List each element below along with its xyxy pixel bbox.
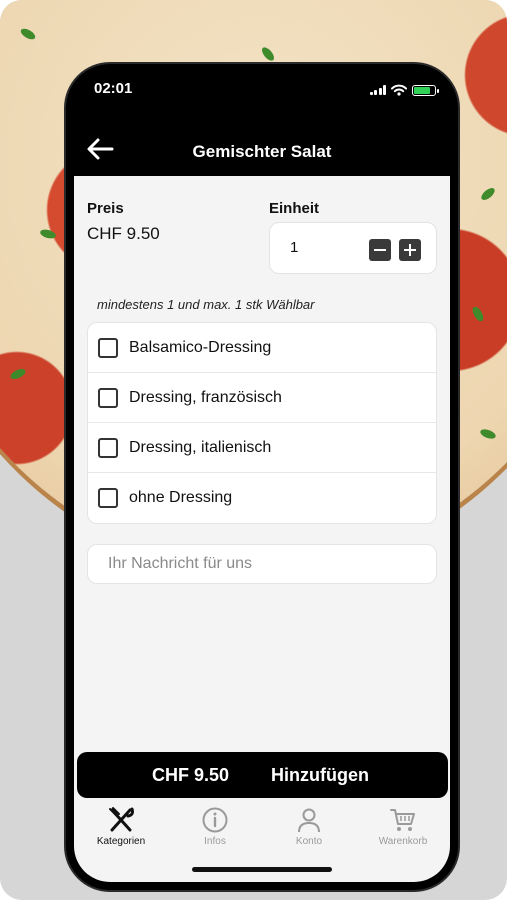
tab-label: Warenkorb (378, 836, 428, 847)
battery-icon (412, 84, 439, 96)
tab-label: Infos (204, 836, 226, 847)
selection-hint: mindestens 1 und max. 1 stk Wählbar (97, 297, 315, 312)
checkbox[interactable] (98, 488, 118, 508)
decrease-button[interactable] (369, 239, 391, 261)
product-detail: Preis CHF 9.50 Einheit 1 mindestens 1 un… (74, 176, 450, 802)
status-bar: 02:01 (74, 72, 450, 116)
option-label: Dressing, italienisch (129, 439, 272, 456)
price-value: CHF 9.50 (87, 224, 160, 243)
status-time: 02:01 (94, 80, 133, 97)
quantity-stepper: 1 (269, 222, 437, 274)
app-screen: 02:01 Gemischter Salat Preis CHF 9.50 Ei… (74, 72, 450, 882)
price-label: Preis (87, 200, 124, 217)
checkbox[interactable] (98, 438, 118, 458)
user-icon (298, 808, 320, 833)
tab-warenkorb[interactable]: Warenkorb (356, 806, 450, 856)
page-title: Gemischter Salat (192, 142, 332, 161)
dressing-options: Balsamico-Dressing Dressing, französisch… (87, 322, 437, 524)
minus-icon (374, 249, 386, 251)
add-button-price: CHF 9.50 (152, 765, 230, 785)
option-label: Balsamico-Dressing (129, 339, 272, 356)
tab-label: Konto (295, 836, 323, 847)
phone-frame: 02:01 Gemischter Salat Preis CHF 9.50 Ei… (66, 64, 458, 890)
wifi-icon (391, 84, 407, 96)
checkbox[interactable] (98, 338, 118, 358)
checkbox[interactable] (98, 388, 118, 408)
quantity-value: 1 (290, 239, 299, 256)
option-label: Dressing, französisch (129, 389, 282, 406)
tab-infos[interactable]: Infos (168, 806, 262, 856)
message-input[interactable] (87, 544, 437, 584)
tab-kategorien[interactable]: Kategorien (74, 806, 168, 856)
option-dressing-italienisch[interactable]: Dressing, italienisch (88, 423, 436, 473)
add-button-label: Hinzufügen (271, 765, 369, 785)
unit-label: Einheit (269, 200, 320, 217)
option-label: ohne Dressing (129, 489, 233, 506)
info-icon (202, 807, 228, 833)
cellular-signal-icon (369, 85, 386, 95)
tab-konto[interactable]: Konto (262, 806, 356, 856)
option-ohne-dressing[interactable]: ohne Dressing (88, 473, 436, 523)
tab-label: Kategorien (96, 836, 146, 847)
add-to-cart-button[interactable]: CHF 9.50 Hinzufügen (77, 752, 448, 798)
increase-button[interactable] (399, 239, 421, 261)
nav-bar: Gemischter Salat (74, 116, 450, 176)
cart-icon (390, 809, 415, 831)
option-dressing-franzoesisch[interactable]: Dressing, französisch (88, 373, 436, 423)
home-indicator (192, 867, 332, 872)
option-balsamico-dressing[interactable]: Balsamico-Dressing (88, 323, 436, 373)
fork-knife-icon (109, 807, 134, 832)
